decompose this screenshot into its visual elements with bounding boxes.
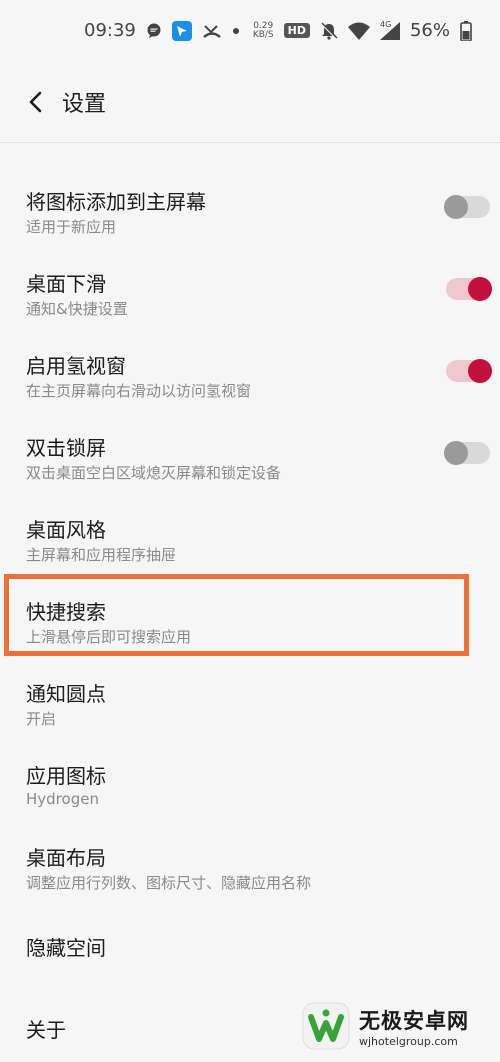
setting-subtitle: 适用于新应用 — [26, 218, 117, 236]
setting-app-icons[interactable]: 应用图标 Hydrogen — [0, 734, 500, 816]
toggle-knob — [444, 441, 468, 465]
setting-title: 桌面布局 — [26, 846, 106, 870]
setting-shelf[interactable]: 启用氢视窗 在主页屏幕向右滑动以访问氢视窗 — [0, 324, 500, 406]
mute-bell-icon — [320, 22, 338, 40]
setting-title: 桌面下滑 — [26, 272, 106, 296]
toggle-knob — [468, 277, 492, 301]
page-title: 设置 — [62, 92, 107, 117]
network-speed: 0.29 KB/S — [252, 21, 274, 40]
toggle-knob — [444, 195, 468, 219]
setting-title: 双击锁屏 — [26, 436, 106, 460]
setting-title: 关于 — [26, 1018, 66, 1042]
watermark: 无极安卓网 wjhotelgroup.com — [295, 996, 500, 1056]
setting-home-layout[interactable]: 桌面布局 调整应用行列数、图标尺寸、隐藏应用名称 — [0, 816, 500, 898]
battery-icon — [460, 20, 472, 41]
status-left: 09:39 — [84, 20, 240, 41]
status-right: 0.29 KB/S HD 4G 56% — [253, 20, 472, 41]
setting-subtitle: Hydrogen — [26, 790, 99, 808]
setting-add-icon-to-home[interactable]: 将图标添加到主屏幕 适用于新应用 — [0, 160, 500, 242]
setting-subtitle: 开启 — [26, 710, 57, 728]
cellular-signal-icon: 4G — [379, 19, 400, 40]
double-tap-lock-toggle[interactable] — [444, 441, 490, 465]
watermark-name: 无极安卓网 — [359, 1008, 469, 1033]
setting-subtitle: 在主页屏幕向右滑动以访问氢视窗 — [26, 382, 252, 400]
setting-swipe-down[interactable]: 桌面下滑 通知&快捷设置 — [0, 242, 500, 324]
network-speed-unit: KB/S — [252, 29, 274, 40]
more-notifications-dot-icon — [232, 27, 240, 35]
watermark-text: 无极安卓网 wjhotelgroup.com — [359, 1005, 469, 1048]
watermark-url: wjhotelgroup.com — [359, 1034, 458, 1048]
setting-subtitle: 主屏幕和应用程序抽屉 — [26, 546, 177, 564]
setting-title: 应用图标 — [26, 764, 106, 788]
app-notification-icon — [171, 20, 192, 41]
setting-subtitle: 双击桌面空白区域熄灭屏幕和锁定设备 — [26, 464, 282, 482]
back-button[interactable] — [20, 86, 52, 118]
setting-title: 隐藏空间 — [26, 936, 106, 960]
setting-title: 将图标添加到主屏幕 — [26, 190, 206, 214]
message-icon — [146, 23, 162, 39]
setting-subtitle: 通知&快捷设置 — [26, 300, 128, 318]
battery-percent: 56% — [409, 20, 450, 41]
setting-hidden-space[interactable]: 隐藏空间 — [0, 898, 500, 980]
watermark-logo-icon — [302, 1002, 350, 1050]
network-type-label: 4G — [379, 19, 392, 29]
highlight-box — [4, 574, 469, 656]
swipe-down-toggle[interactable] — [446, 277, 492, 301]
status-time: 09:39 — [84, 20, 136, 41]
wifi-icon — [347, 22, 370, 40]
setting-home-style[interactable]: 桌面风格 主屏幕和应用程序抽屉 — [0, 488, 500, 570]
page-header: 设置 — [0, 64, 500, 143]
status-bar: 09:39 0.29 KB/S HD 4G 56% — [0, 0, 500, 64]
setting-title: 通知圆点 — [26, 682, 106, 706]
add-icon-toggle[interactable] — [444, 195, 490, 219]
hd-badge: HD — [283, 23, 310, 38]
shelf-toggle[interactable] — [446, 359, 492, 383]
toggle-knob — [468, 359, 492, 383]
setting-notification-dots[interactable]: 通知圆点 开启 — [0, 652, 500, 734]
missed-call-icon — [202, 22, 222, 40]
setting-title: 桌面风格 — [26, 518, 106, 542]
setting-title: 启用氢视窗 — [26, 354, 126, 378]
setting-subtitle: 调整应用行列数、图标尺寸、隐藏应用名称 — [26, 874, 312, 892]
setting-double-tap-lock[interactable]: 双击锁屏 双击桌面空白区域熄灭屏幕和锁定设备 — [0, 406, 500, 488]
back-arrow-icon — [29, 91, 42, 113]
